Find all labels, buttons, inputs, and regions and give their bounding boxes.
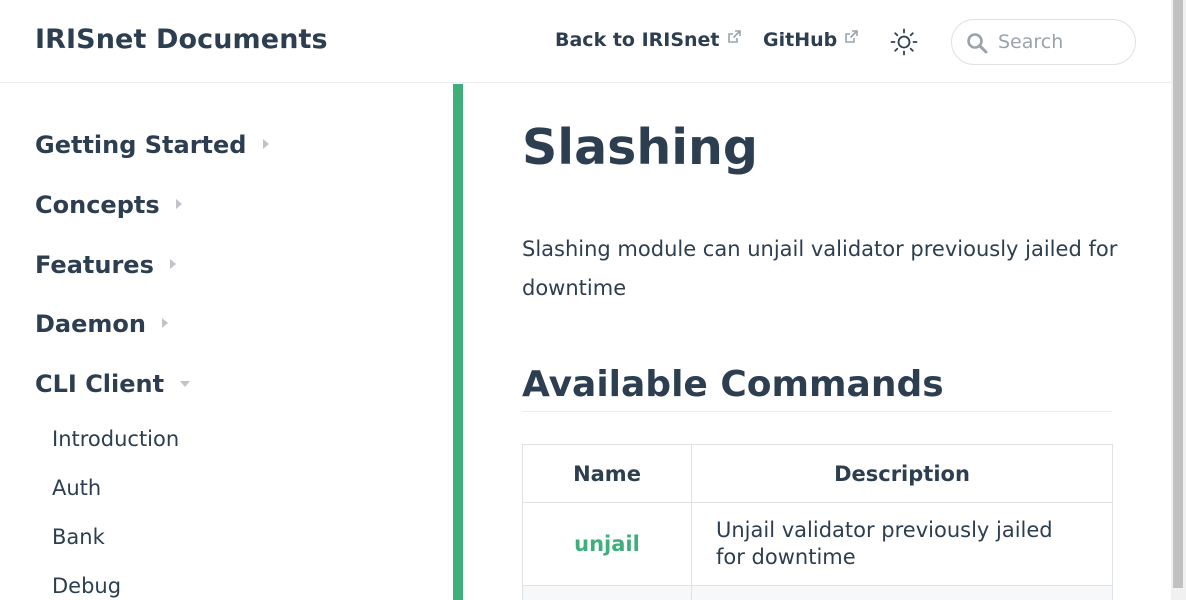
scrollbar-thumb[interactable] bbox=[1173, 0, 1183, 588]
sidebar-group-daemon[interactable]: Daemon bbox=[35, 310, 168, 338]
command-description-cell: Unjail validator previously jailed for d… bbox=[691, 502, 1113, 586]
github-label: GitHub bbox=[763, 29, 838, 51]
chevron-down-icon bbox=[180, 381, 191, 387]
table-header-row: Name Description bbox=[522, 444, 1113, 503]
sidebar-group-label: Features bbox=[35, 251, 154, 279]
column-header-description: Description bbox=[691, 444, 1113, 503]
navbar: IRISnet Documents Back to IRISnet GitHub bbox=[0, 0, 1171, 83]
table-row bbox=[522, 585, 1113, 600]
sun-icon[interactable] bbox=[889, 27, 919, 57]
section-heading: Available Commands bbox=[522, 364, 1112, 412]
table-cell bbox=[522, 585, 692, 600]
chevron-right-icon bbox=[161, 318, 168, 328]
sidebar-group-features[interactable]: Features bbox=[35, 251, 176, 279]
search-box bbox=[951, 19, 1136, 65]
main-content: Slashing Slashing module can unjail vali… bbox=[463, 84, 1171, 600]
back-to-irisnet-link[interactable]: Back to IRISnet bbox=[555, 29, 742, 51]
search-icon bbox=[966, 32, 988, 58]
external-link-icon bbox=[843, 28, 859, 50]
sidebar-group-concepts[interactable]: Concepts bbox=[35, 191, 182, 219]
github-link[interactable]: GitHub bbox=[763, 29, 859, 51]
chevron-right-icon bbox=[175, 199, 182, 209]
sidebar-group-label: Getting Started bbox=[35, 131, 247, 159]
sidebar-group-getting-started[interactable]: Getting Started bbox=[35, 131, 269, 159]
search-input[interactable] bbox=[998, 28, 1126, 56]
sidebar-group-label: Daemon bbox=[35, 310, 146, 338]
command-link-unjail[interactable]: unjail bbox=[574, 532, 640, 556]
back-to-irisnet-label: Back to IRISnet bbox=[555, 29, 720, 51]
command-name-cell: unjail bbox=[522, 502, 692, 586]
intro-paragraph: Slashing module can unjail validator pre… bbox=[522, 237, 1118, 300]
sidebar-item-bank[interactable]: Bank bbox=[52, 525, 105, 549]
sidebar-item-auth[interactable]: Auth bbox=[52, 476, 101, 500]
sidebar-group-label: CLI Client bbox=[35, 370, 165, 398]
chevron-right-icon bbox=[169, 259, 176, 269]
site-name[interactable]: IRISnet Documents bbox=[35, 24, 328, 55]
sidebar-item-introduction[interactable]: Introduction bbox=[52, 427, 179, 451]
page-title: Slashing bbox=[522, 119, 758, 176]
commands-table: Name Description unjail Unjail validator… bbox=[522, 444, 1113, 600]
sidebar: Getting Started Concepts Features Daemon… bbox=[0, 84, 453, 600]
sidebar-item-debug[interactable]: Debug bbox=[52, 574, 121, 598]
table-row: unjail Unjail validator previously jaile… bbox=[522, 502, 1113, 586]
sidebar-active-bar bbox=[453, 84, 463, 600]
external-link-icon bbox=[726, 28, 742, 50]
sidebar-group-cli-client[interactable]: CLI Client bbox=[35, 370, 191, 398]
table-cell bbox=[691, 585, 1113, 600]
chevron-right-icon bbox=[262, 139, 269, 149]
column-header-name: Name bbox=[522, 444, 692, 503]
sidebar-group-label: Concepts bbox=[35, 191, 160, 219]
